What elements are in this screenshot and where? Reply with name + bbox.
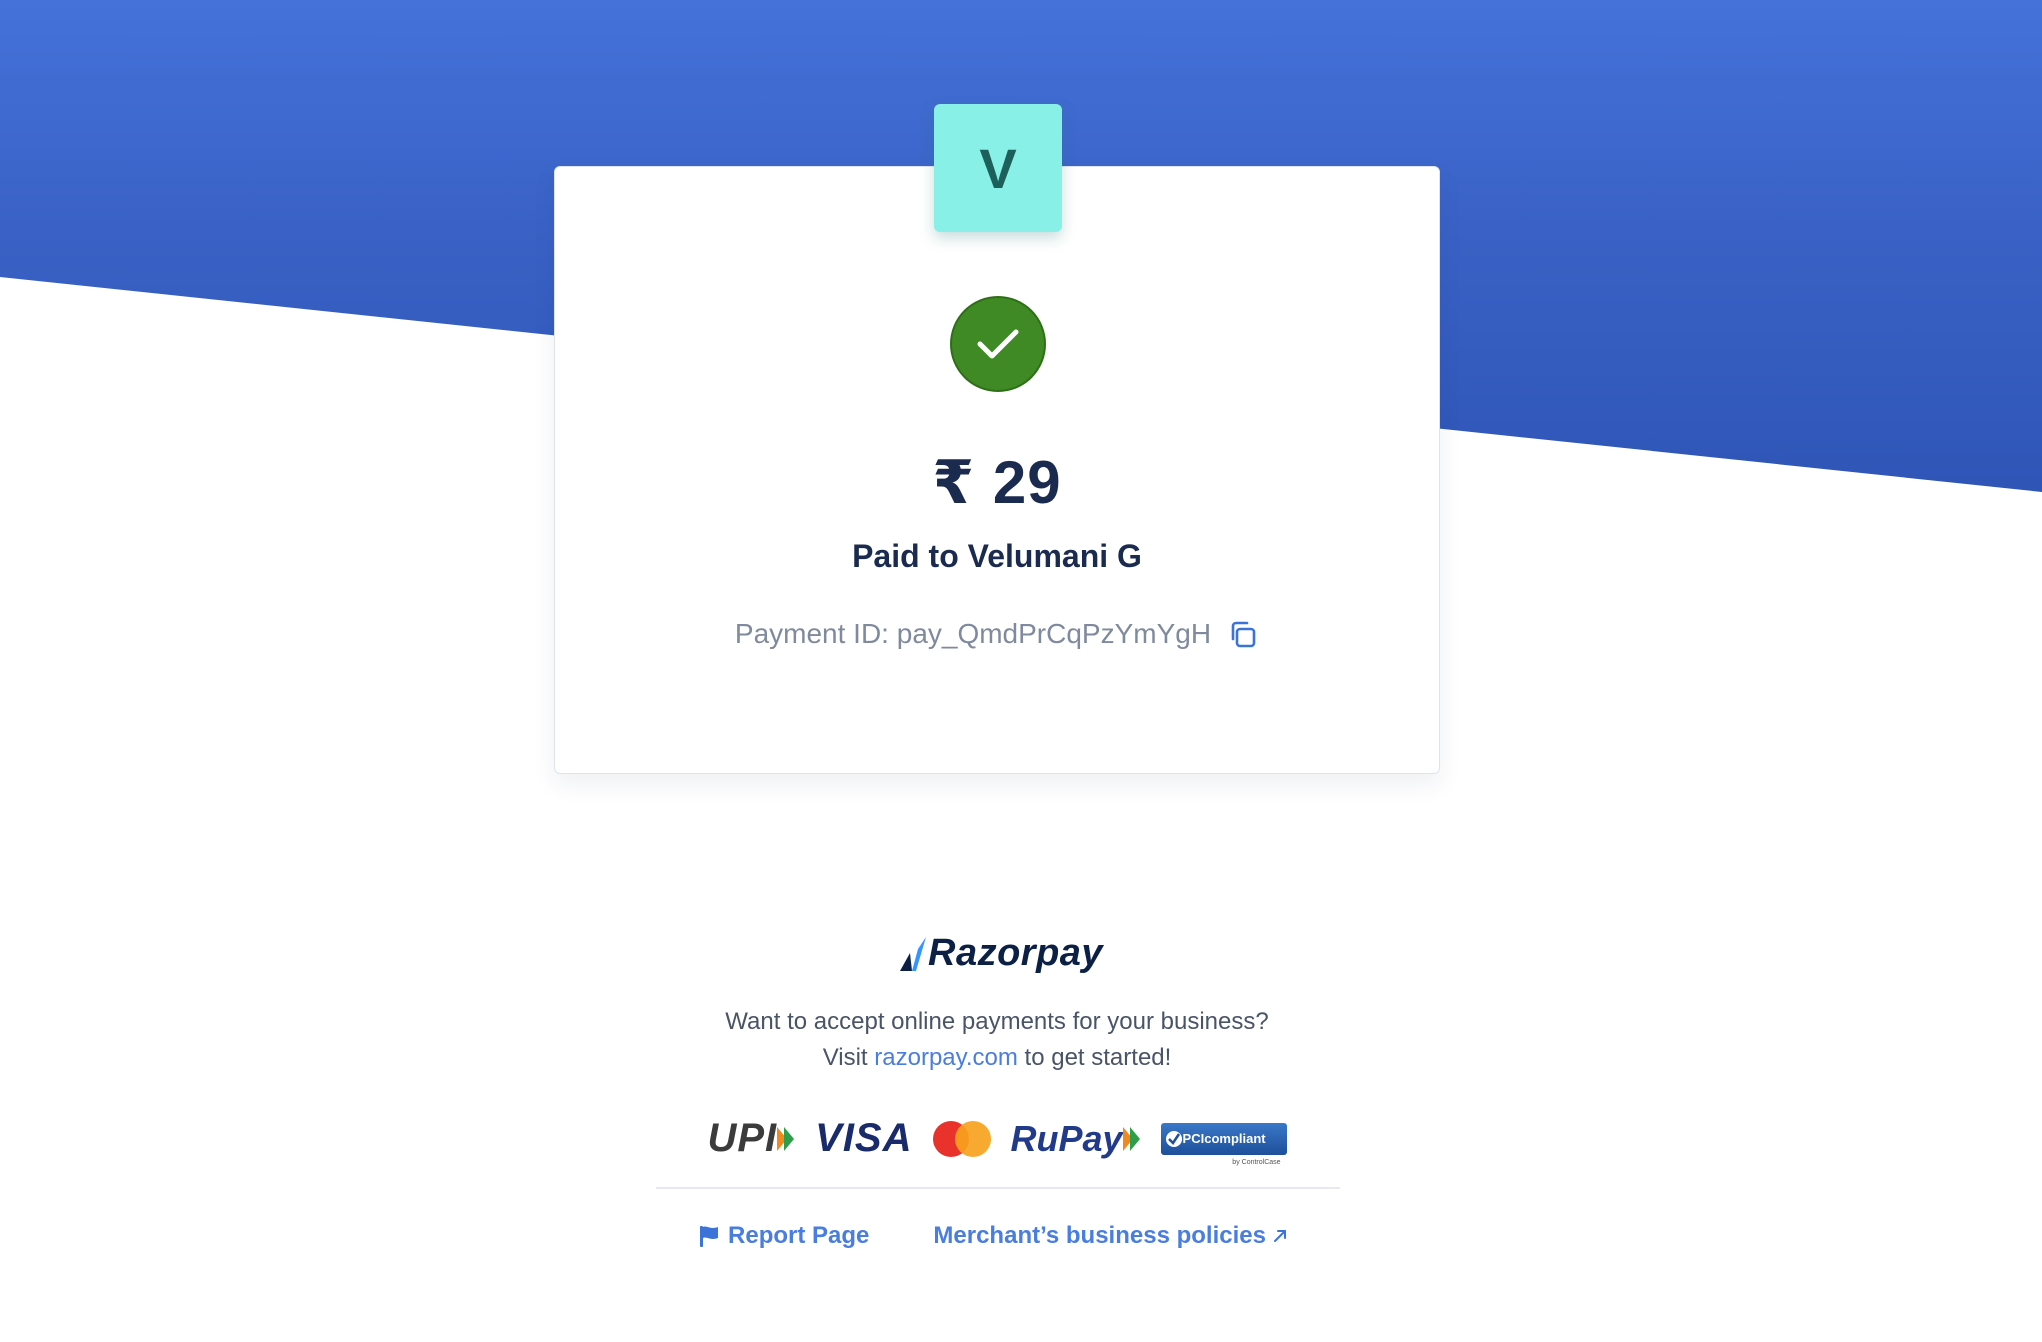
rupay-arrow-icon xyxy=(1122,1126,1140,1151)
promo-line-2: Visit razorpay.com to get started! xyxy=(554,1040,1440,1076)
footer-divider xyxy=(656,1187,1340,1189)
pci-check-icon xyxy=(1165,1130,1182,1147)
merchant-policies-label: Merchant’s business policies xyxy=(933,1222,1266,1249)
payment-methods-row: UPI VISA RuPay PCIcompliant by ControlCa… xyxy=(554,1116,1440,1166)
upi-logo-text: UPI xyxy=(707,1116,778,1160)
merchant-avatar: V xyxy=(934,104,1062,232)
pci-compliant-badge: PCIcompliant by ControlCase xyxy=(1160,1122,1287,1166)
razorpay-logo[interactable]: Razorpay xyxy=(898,932,1103,975)
rupay-logo: RuPay xyxy=(1011,1118,1141,1160)
promo-text: Want to accept online payments for your … xyxy=(554,1004,1440,1076)
merchant-policies-link[interactable]: Merchant’s business policies xyxy=(933,1222,1296,1250)
flag-icon xyxy=(700,1226,719,1247)
promo-suffix: to get started! xyxy=(1024,1044,1172,1071)
promo-line-1: Want to accept online payments for your … xyxy=(725,1008,1269,1035)
external-link-arrow-icon xyxy=(1273,1230,1286,1242)
payment-amount: ₹ 29 xyxy=(932,449,1062,516)
pci-subtext: by ControlCase xyxy=(1232,1158,1281,1166)
merchant-initial: V xyxy=(979,136,1017,200)
razorpay-link[interactable]: razorpay.com xyxy=(874,1044,1018,1071)
footer-links: Report Page Merchant’s business policies xyxy=(554,1222,1440,1250)
pci-text: PCIcompliant xyxy=(1182,1131,1266,1146)
upi-logo: UPI xyxy=(707,1116,795,1161)
payment-id-text: Payment ID: pay_QmdPrCqPzYmYgH xyxy=(734,618,1212,649)
mastercard-logo xyxy=(932,1120,991,1157)
check-icon xyxy=(977,329,1019,359)
success-check-badge xyxy=(950,296,1046,392)
paid-to-label: Paid to Velumani G xyxy=(852,538,1142,574)
razorpay-mark-icon xyxy=(900,936,926,971)
copy-icon[interactable] xyxy=(1227,618,1259,650)
report-page-label: Report Page xyxy=(728,1222,870,1249)
visa-logo: VISA xyxy=(815,1116,913,1160)
payment-id-row: Payment ID: pay_QmdPrCqPzYmYgH xyxy=(554,618,1440,650)
report-page-link[interactable]: Report Page xyxy=(698,1222,869,1250)
razorpay-logo-text: Razorpay xyxy=(928,932,1104,974)
upi-arrow-icon xyxy=(777,1126,795,1151)
promo-visit: Visit xyxy=(822,1044,868,1071)
rupay-logo-text: RuPay xyxy=(1010,1117,1123,1159)
